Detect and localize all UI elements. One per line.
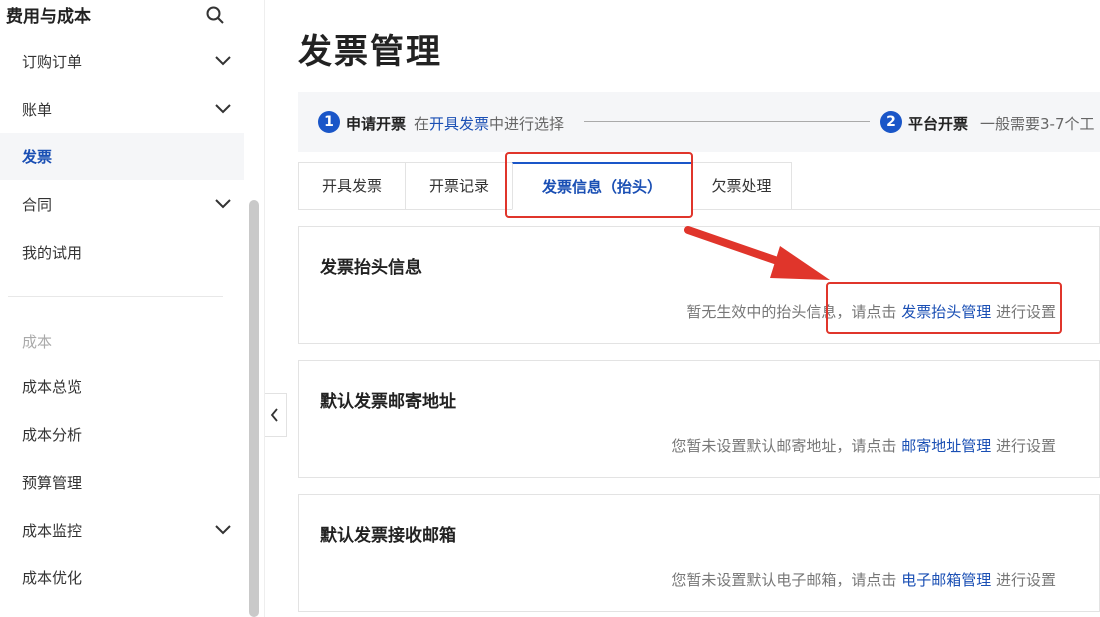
annotation-arrow-icon (684, 226, 830, 280)
tab-issue-invoice[interactable]: 开具发票 (298, 162, 406, 210)
card-message: 您暂未设置默认邮寄地址，请点击 邮寄地址管理 进行设置 (671, 437, 1056, 455)
tab-highlight-box (505, 152, 693, 218)
sidebar-item-contract[interactable]: 合同 (0, 181, 244, 228)
issue-invoice-link[interactable]: 开具发票 (429, 115, 489, 133)
card-title: 发票抬头信息 (320, 258, 422, 278)
chevron-down-icon (215, 104, 231, 114)
sidebar-item-label: 成本优化 (22, 569, 83, 587)
search-icon[interactable] (205, 5, 225, 25)
sidebar-item-cost-overview[interactable]: 成本总览 (0, 363, 244, 410)
sidebar: 费用与成本 订购订单 账单 发票 合同 我的试用 成本 成本总览 成本分析 预算… (0, 0, 265, 617)
sidebar-item-cost-analysis[interactable]: 成本分析 (0, 411, 244, 458)
step-description: 一般需要3-7个工 (980, 115, 1095, 133)
step-title: 申请开票 (346, 115, 407, 133)
sidebar-header: 费用与成本 (0, 0, 244, 36)
chevron-down-icon (215, 525, 231, 535)
sidebar-item-label: 发票 (22, 148, 53, 166)
step-number: 2 (880, 111, 902, 133)
mailing-address-manage-link[interactable]: 邮寄地址管理 (901, 437, 991, 455)
email-manage-link[interactable]: 电子邮箱管理 (901, 571, 991, 589)
link-highlight-box (826, 282, 1062, 334)
invoice-steps: 1 申请开票 在开具发票中进行选择 2 平台开票 一般需要3-7个工 (298, 92, 1100, 152)
sidebar-title: 费用与成本 (6, 7, 91, 27)
tab-overdue-invoice[interactable]: 欠票处理 (691, 162, 792, 210)
card-title: 默认发票接收邮箱 (320, 526, 456, 546)
sidebar-item-cost-monitor[interactable]: 成本监控 (0, 507, 244, 554)
tab-invoice-records[interactable]: 开票记录 (405, 162, 513, 210)
sidebar-scrollbar[interactable] (249, 200, 259, 617)
sidebar-item-label: 成本监控 (22, 522, 83, 540)
sidebar-item-label: 成本总览 (22, 378, 83, 396)
step-number: 1 (318, 111, 340, 133)
sidebar-item-label: 合同 (22, 196, 53, 214)
card-title: 默认发票邮寄地址 (320, 392, 456, 412)
step-description: 在开具发票中进行选择 (414, 115, 565, 133)
sidebar-item-bills[interactable]: 账单 (0, 86, 244, 133)
sidebar-section-label: 成本 (22, 333, 53, 351)
sidebar-item-label: 账单 (22, 101, 53, 119)
invoice-tabs: 开具发票 开票记录 发票信息（抬头） 欠票处理 (298, 162, 1100, 210)
sidebar-item-label: 我的试用 (22, 244, 83, 262)
chevron-down-icon (215, 56, 231, 66)
sidebar-item-budget[interactable]: 预算管理 (0, 459, 244, 506)
sidebar-item-cost-optimize[interactable]: 成本优化 (0, 554, 244, 601)
chevron-left-icon (270, 408, 278, 422)
sidebar-collapse-button[interactable] (265, 393, 287, 437)
sidebar-item-label: 成本分析 (22, 426, 83, 444)
mailing-address-card: 默认发票邮寄地址 您暂未设置默认邮寄地址，请点击 邮寄地址管理 进行设置 (298, 360, 1100, 478)
step-title: 平台开票 (908, 115, 969, 133)
page-title: 发票管理 (298, 32, 442, 72)
chevron-down-icon (215, 199, 231, 209)
sidebar-item-orders[interactable]: 订购订单 (0, 38, 244, 85)
card-message: 您暂未设置默认电子邮箱，请点击 电子邮箱管理 进行设置 (671, 571, 1056, 589)
sidebar-item-label: 预算管理 (22, 474, 83, 492)
sidebar-divider (8, 296, 223, 297)
sidebar-item-trial[interactable]: 我的试用 (0, 229, 244, 276)
receive-email-card: 默认发票接收邮箱 您暂未设置默认电子邮箱，请点击 电子邮箱管理 进行设置 (298, 494, 1100, 612)
step-connector (584, 121, 870, 122)
sidebar-item-label: 订购订单 (22, 53, 83, 71)
sidebar-item-invoice[interactable]: 发票 (0, 133, 244, 180)
